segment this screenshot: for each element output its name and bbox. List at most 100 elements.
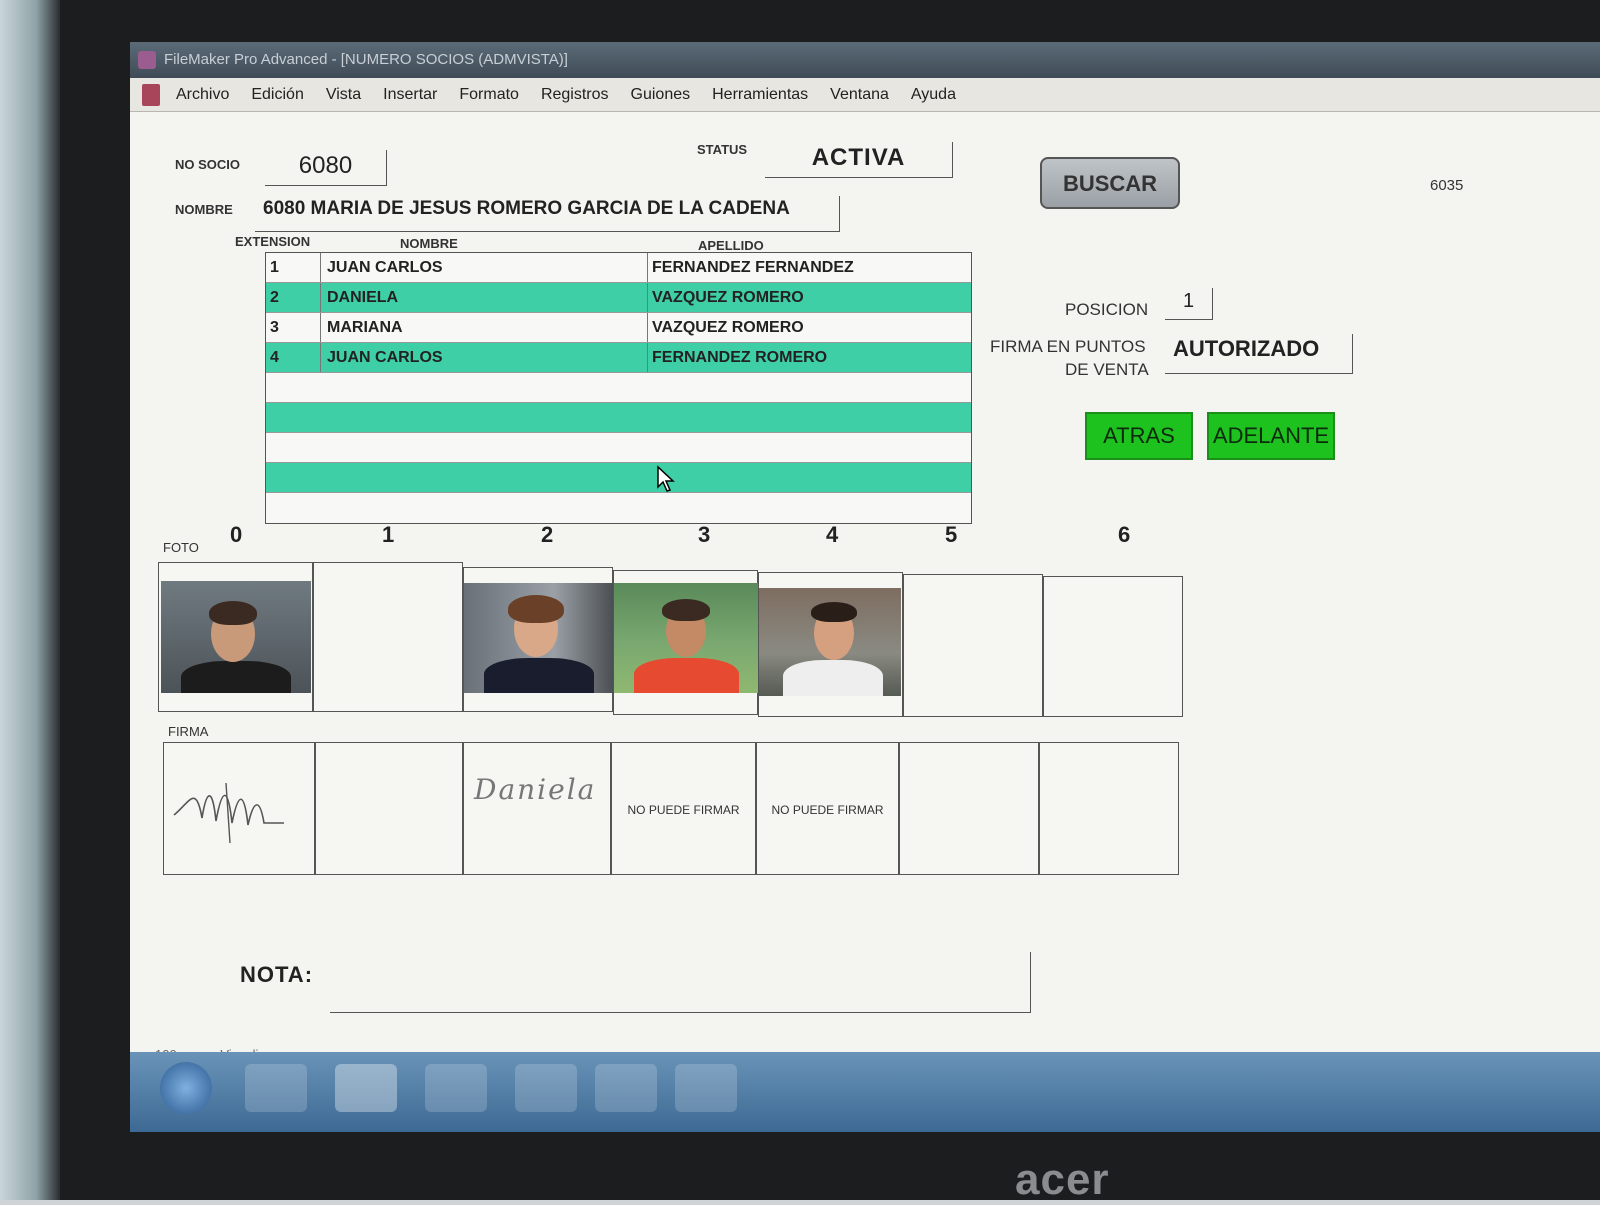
folder-taskbar-icon[interactable] xyxy=(515,1064,577,1112)
document-icon[interactable] xyxy=(142,83,160,106)
menu-vista[interactable]: Vista xyxy=(326,86,361,104)
ext-nombre[interactable]: JUAN CARLOS xyxy=(321,343,648,372)
ext-number: 1 xyxy=(266,253,321,282)
table-row-empty[interactable] xyxy=(266,403,971,433)
no-socio-field[interactable]: 6080 xyxy=(265,150,387,186)
photo-cell-6[interactable] xyxy=(1043,576,1183,717)
foto-label: FOTO xyxy=(163,540,199,555)
column-number: 1 xyxy=(382,522,395,547)
ext-nombre[interactable]: JUAN CARLOS xyxy=(321,253,648,282)
posicion-field[interactable]: 1 xyxy=(1165,288,1213,320)
table-row-empty[interactable] xyxy=(266,373,971,403)
signature-cell-2[interactable]: Daniela xyxy=(463,742,611,875)
start-button-icon[interactable] xyxy=(160,1062,212,1114)
photo-cell-4[interactable] xyxy=(758,572,903,717)
firma-pv-field[interactable]: AUTORIZADO xyxy=(1165,334,1353,374)
app-taskbar-icon[interactable] xyxy=(675,1064,737,1112)
photo-cell-5[interactable] xyxy=(903,574,1043,717)
ext-apellido[interactable]: FERNANDEZ ROMERO xyxy=(648,343,971,372)
column-number: 6 xyxy=(1118,522,1131,547)
filemaker-taskbar-icon[interactable] xyxy=(335,1064,397,1112)
signature-cell-3[interactable]: NO PUEDE FIRMAR xyxy=(611,742,756,875)
firma-label: FIRMA xyxy=(168,724,209,739)
taskbar xyxy=(130,1052,1600,1132)
background-window xyxy=(0,0,60,1200)
extension-header: EXTENSION xyxy=(235,234,311,249)
signature-cell-0[interactable] xyxy=(163,742,315,875)
buscar-button[interactable]: BUSCAR xyxy=(1040,157,1180,209)
member-photo xyxy=(161,581,311,693)
ext-number: 4 xyxy=(266,343,321,372)
extensions-table: 1 JUAN CARLOS FERNANDEZ FERNANDEZ 2 DANI… xyxy=(265,252,972,524)
signature-cell-6[interactable] xyxy=(1039,742,1179,875)
table-row[interactable]: 3 MARIANA VAZQUEZ ROMERO xyxy=(266,313,971,343)
internet-explorer-icon[interactable] xyxy=(595,1064,657,1112)
menu-registros[interactable]: Registros xyxy=(541,86,609,104)
menu-edicion[interactable]: Edición xyxy=(251,86,303,104)
window-title: FileMaker Pro Advanced - [NUMERO SOCIOS … xyxy=(164,51,568,68)
adelante-button[interactable]: ADELANTE xyxy=(1207,412,1335,460)
nombre-label: NOMBRE xyxy=(175,202,233,217)
status-label: STATUS xyxy=(697,142,748,157)
menu-herramientas[interactable]: Herramientas xyxy=(712,86,808,104)
no-puede-firmar-text: NO PUEDE FIRMAR xyxy=(771,803,884,817)
member-photo xyxy=(464,583,614,693)
apellido-header: APELLIDO xyxy=(698,238,764,253)
ext-apellido[interactable]: VAZQUEZ ROMERO xyxy=(648,313,971,342)
nota-field[interactable] xyxy=(330,952,1031,1013)
handwritten-signature xyxy=(173,782,284,844)
table-row[interactable]: 1 JUAN CARLOS FERNANDEZ FERNANDEZ xyxy=(266,253,971,283)
ext-apellido[interactable]: FERNANDEZ FERNANDEZ xyxy=(648,253,971,282)
ext-nombre[interactable]: DANIELA xyxy=(321,283,648,312)
document-taskbar-icon[interactable] xyxy=(425,1064,487,1112)
nombre-header: NOMBRE xyxy=(400,236,458,251)
table-row-empty[interactable] xyxy=(266,433,971,463)
table-row-empty[interactable] xyxy=(266,463,971,493)
column-number: 2 xyxy=(541,522,554,547)
screen: FileMaker Pro Advanced - [NUMERO SOCIOS … xyxy=(130,42,1600,1132)
table-row[interactable]: 2 DANIELA VAZQUEZ ROMERO xyxy=(266,283,971,313)
menu-guiones[interactable]: Guiones xyxy=(631,86,691,104)
ext-nombre[interactable]: MARIANA xyxy=(321,313,648,342)
member-photo xyxy=(759,588,901,696)
firma-pv-label-line1: FIRMA EN PUNTOS xyxy=(990,337,1146,356)
menu-archivo[interactable]: Archivo xyxy=(176,86,229,104)
photo-cell-2[interactable] xyxy=(463,567,614,712)
monitor-brand-logo: acer xyxy=(1015,1155,1110,1204)
monitor-frame: FileMaker Pro Advanced - [NUMERO SOCIOS … xyxy=(0,0,1600,1204)
photo-cell-1[interactable] xyxy=(313,562,463,712)
no-puede-firmar-text: NO PUEDE FIRMAR xyxy=(627,803,740,817)
menu-ventana[interactable]: Ventana xyxy=(830,86,889,104)
nombre-field[interactable]: 6080 MARIA DE JESUS ROMERO GARCIA DE LA … xyxy=(255,196,840,232)
mouse-cursor-icon xyxy=(657,465,675,492)
column-number: 4 xyxy=(826,522,839,547)
member-photo xyxy=(614,583,759,693)
column-number: 3 xyxy=(698,522,711,547)
form-layout: NO SOCIO 6080 STATUS ACTIVA NOMBRE 6080 … xyxy=(130,112,1600,1052)
signature-cell-5[interactable] xyxy=(899,742,1039,875)
record-count: 6035 xyxy=(1430,177,1464,194)
signature-cell-4[interactable]: NO PUEDE FIRMAR xyxy=(756,742,899,875)
firma-pv-label-line2: DE VENTA xyxy=(1065,360,1149,379)
menu-formato[interactable]: Formato xyxy=(459,86,519,104)
photo-cell-3[interactable] xyxy=(613,570,759,715)
nota-label: NOTA: xyxy=(240,962,314,987)
filemaker-icon xyxy=(138,51,156,69)
menu-bar: Archivo Edición Vista Insertar Formato R… xyxy=(130,78,1600,112)
signature-cell-1[interactable] xyxy=(315,742,463,875)
title-bar: FileMaker Pro Advanced - [NUMERO SOCIOS … xyxy=(130,42,1600,78)
ext-apellido[interactable]: VAZQUEZ ROMERO xyxy=(648,283,971,312)
menu-insertar[interactable]: Insertar xyxy=(383,86,437,104)
menu-ayuda[interactable]: Ayuda xyxy=(911,86,956,104)
ext-number: 2 xyxy=(266,283,321,312)
photo-cell-0[interactable] xyxy=(158,562,313,712)
media-player-icon[interactable] xyxy=(245,1064,307,1112)
atras-button[interactable]: ATRAS xyxy=(1085,412,1193,460)
column-number: 5 xyxy=(945,522,958,547)
table-row-empty[interactable] xyxy=(266,493,971,523)
table-row[interactable]: 4 JUAN CARLOS FERNANDEZ ROMERO xyxy=(266,343,971,373)
status-field[interactable]: ACTIVA xyxy=(765,142,953,178)
ext-number: 3 xyxy=(266,313,321,342)
no-socio-label: NO SOCIO xyxy=(175,157,241,172)
posicion-label: POSICION xyxy=(1065,300,1149,319)
